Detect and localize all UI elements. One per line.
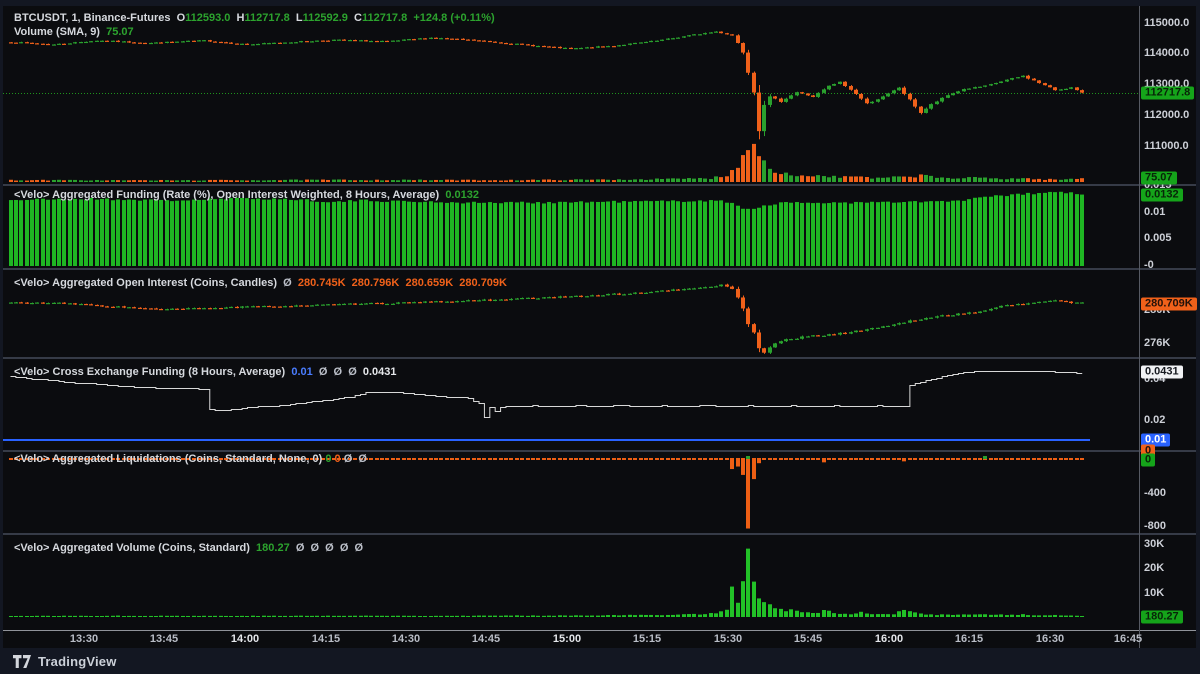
- legend-part: <Velo> Aggregated Liquidations (Coins, S…: [14, 453, 326, 465]
- legend-part: 0: [334, 453, 344, 465]
- legend-part: <Velo> Cross Exchange Funding (8 Hours, …: [14, 366, 292, 378]
- legend-part: C: [354, 12, 362, 24]
- legend-part: 75.07: [106, 26, 134, 38]
- price-scale-label[interactable]: 10K: [1144, 587, 1164, 599]
- price-scale-label[interactable]: 30K: [1144, 538, 1164, 550]
- legend-part: 180.27: [256, 542, 296, 554]
- green-price-badge: 0: [1141, 453, 1156, 467]
- agg-volume-legend[interactable]: <Velo> Aggregated Volume (Coins, Standar…: [14, 542, 363, 555]
- time-axis-label[interactable]: 15:00: [553, 633, 581, 645]
- price-scale-label[interactable]: 114000.0: [1144, 47, 1189, 59]
- legend-part: O: [176, 12, 186, 24]
- legend-part: Ø Ø: [343, 453, 367, 465]
- price-scale-label[interactable]: 115000.0: [1144, 17, 1189, 29]
- legend-part: 280.745K 280.796K 280.659K 280.709K: [297, 277, 507, 289]
- green-price-badge: 0.0132: [1141, 188, 1183, 202]
- price-scale-label[interactable]: 111000.0: [1144, 140, 1189, 152]
- price-scale-label[interactable]: -0: [1144, 259, 1154, 271]
- tradingview-logo-text[interactable]: TradingView: [38, 654, 117, 669]
- legend-part: Ø Ø Ø: [318, 366, 363, 378]
- legend-part: 0.01: [291, 366, 319, 378]
- legend-part: 0.0431: [362, 366, 397, 378]
- time-axis-label[interactable]: 15:30: [714, 633, 742, 645]
- time-axis-label[interactable]: 14:45: [472, 633, 500, 645]
- legend-part: +124.8 (+0.11%): [413, 12, 495, 24]
- legend-part: 112717.8: [361, 12, 414, 24]
- tradingview-logo-icon[interactable]: [13, 654, 31, 668]
- tradingview-chart-window: BTCUSDT, 1, Binance-Futures O112593.0 H1…: [0, 0, 1200, 674]
- liquidations-legend[interactable]: <Velo> Aggregated Liquidations (Coins, S…: [14, 453, 367, 466]
- price-scale-label[interactable]: 0.005: [1144, 232, 1172, 244]
- green-price-badge: 75.07: [1141, 171, 1177, 185]
- legend-part: <Velo> Aggregated Funding (Rate (%), Ope…: [14, 189, 446, 201]
- price-scale-label[interactable]: 0.02: [1144, 414, 1165, 426]
- white-price-badge: 0.0431: [1141, 365, 1183, 379]
- legend-part: Volume (SMA, 9): [14, 26, 107, 38]
- time-axis-label[interactable]: 14:15: [312, 633, 340, 645]
- price-scale-label[interactable]: 112000.0: [1144, 109, 1189, 121]
- legend-part: 112592.9: [302, 12, 354, 24]
- cross-funding-legend[interactable]: <Velo> Cross Exchange Funding (8 Hours, …: [14, 366, 397, 379]
- time-axis-label[interactable]: 13:45: [150, 633, 178, 645]
- time-axis-label[interactable]: 16:45: [1114, 633, 1142, 645]
- price-scale-label[interactable]: 0.01: [1144, 206, 1165, 218]
- price-scale-label[interactable]: 20K: [1144, 562, 1164, 574]
- time-axis-label[interactable]: 14:30: [392, 633, 420, 645]
- time-axis-label[interactable]: 15:45: [794, 633, 822, 645]
- time-axis-label[interactable]: 14:00: [231, 633, 259, 645]
- legend-part: Ø: [283, 277, 298, 289]
- price-scale-label[interactable]: -800: [1144, 520, 1166, 532]
- time-axis-label[interactable]: 16:15: [955, 633, 983, 645]
- open-interest-legend[interactable]: <Velo> Aggregated Open Interest (Coins, …: [14, 277, 507, 290]
- price-scale-label[interactable]: -400: [1144, 487, 1166, 499]
- legend-part: L: [295, 12, 303, 24]
- legend-part: BTCUSDT, 1, Binance-Futures: [14, 12, 177, 24]
- price-legend[interactable]: BTCUSDT, 1, Binance-Futures O112593.0 H1…: [14, 12, 495, 25]
- legend-part: 112593.0: [185, 12, 237, 24]
- price-scale-label[interactable]: 276K: [1144, 337, 1170, 349]
- legend-part: 112717.8: [244, 12, 296, 24]
- green-price-badge: 112717.8: [1141, 86, 1195, 100]
- footer-bar: TradingView: [0, 648, 1200, 674]
- legend-part: <Velo> Aggregated Open Interest (Coins, …: [14, 277, 284, 289]
- volume-legend[interactable]: Volume (SMA, 9) 75.07: [14, 26, 134, 39]
- time-axis-label[interactable]: 13:30: [70, 633, 98, 645]
- legend-part: 0.0132: [445, 189, 479, 201]
- funding-legend[interactable]: <Velo> Aggregated Funding (Rate (%), Ope…: [14, 189, 479, 202]
- legend-part: 0: [325, 453, 335, 465]
- orange-price-badge: 280.709K: [1141, 297, 1197, 311]
- time-axis-label[interactable]: 16:00: [875, 633, 903, 645]
- time-axis-label[interactable]: 15:15: [633, 633, 661, 645]
- legend-part: Ø Ø Ø Ø Ø: [295, 542, 364, 554]
- time-axis-label[interactable]: 16:30: [1036, 633, 1064, 645]
- green-price-badge: 180.27: [1141, 610, 1183, 624]
- legend-part: <Velo> Aggregated Volume (Coins, Standar…: [14, 542, 257, 554]
